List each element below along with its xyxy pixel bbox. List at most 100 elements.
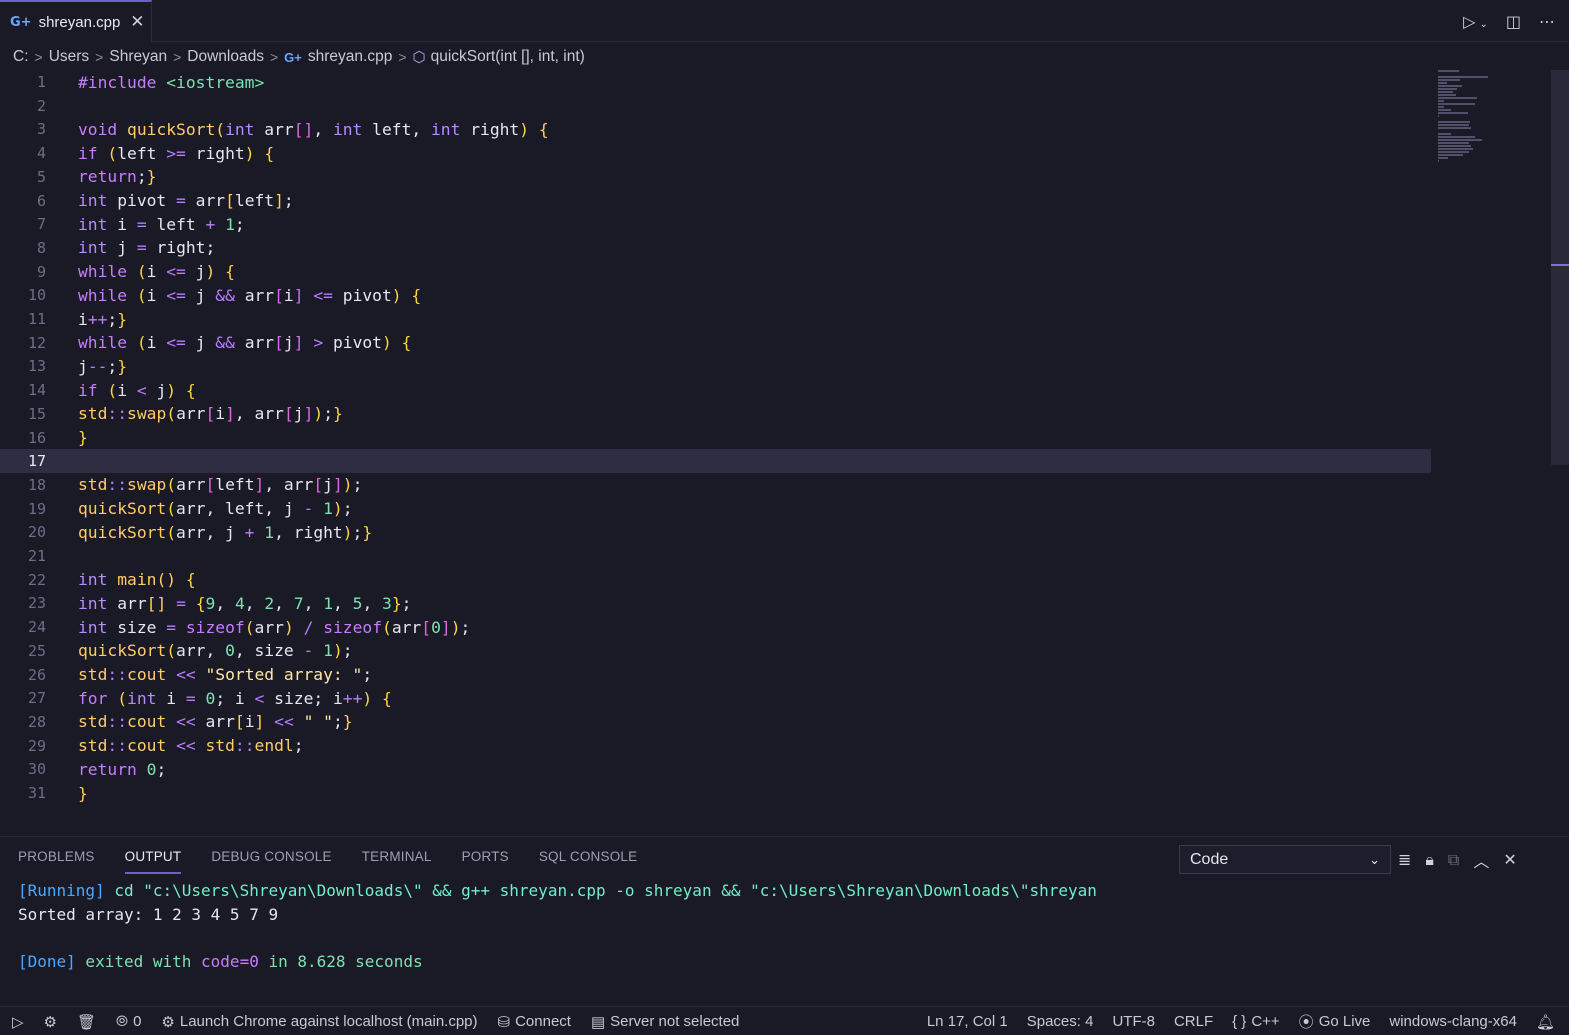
status-go-live[interactable]: ⦿ Go Live <box>1299 1011 1371 1032</box>
code-line[interactable]: 5 return;} <box>0 165 1431 189</box>
code-line[interactable]: 21 <box>0 544 1431 568</box>
close-icon[interactable]: ✕ <box>130 12 144 32</box>
code-text: } <box>78 428 88 447</box>
status-encoding[interactable]: UTF-8 <box>1112 1013 1155 1030</box>
editor-actions: ▷ ⌄ ◫ ⋯ <box>1463 0 1555 42</box>
line-number: 5 <box>36 167 46 186</box>
code-line[interactable]: 23 int arr[] = {9, 4, 2, 7, 1, 5, 3}; <box>0 591 1431 615</box>
code-line[interactable]: 9 while (i <= j) { <box>0 260 1431 284</box>
code-text: i++;} <box>78 309 128 329</box>
code-line[interactable]: 31} <box>0 781 1431 805</box>
braces-icon: { } <box>1232 1013 1247 1030</box>
tab-output[interactable]: OUTPUT <box>124 849 182 874</box>
code-line[interactable]: 19 quickSort(arr, left, j - 1); <box>0 497 1431 521</box>
code-line[interactable]: 2 <box>0 94 1431 118</box>
code-line[interactable]: 8 int j = right; <box>0 236 1431 260</box>
lock-icon[interactable]: 🔒︎ <box>1425 850 1434 870</box>
code-line[interactable]: 29 std::cout << std::endl; <box>0 734 1431 758</box>
line-number: 8 <box>36 238 46 257</box>
status-indentation[interactable]: Spaces: 4 <box>1027 1013 1094 1030</box>
code-editor[interactable]: 1 #include <iostream> 2 3 void quickSort(int… <box>0 70 1550 830</box>
code-line[interactable]: 18 std::swap(arr[left], arr[j]); <box>0 473 1431 497</box>
run-debug-icon[interactable]: ▷ <box>12 1013 24 1031</box>
code-line[interactable]: 14 if (i < j) { <box>0 378 1431 402</box>
breadcrumb-shreyan[interactable]: Shreyan <box>109 48 167 66</box>
split-editor-icon[interactable]: ◫ <box>1506 12 1521 31</box>
status-compiler[interactable]: windows-clang-x64 <box>1389 1013 1517 1030</box>
tab-ports[interactable]: PORTS <box>462 849 509 874</box>
status-cursor-position[interactable]: Ln 17, Col 1 <box>927 1013 1008 1030</box>
more-icon[interactable]: ⋯ <box>1539 12 1555 31</box>
code-text: int main() { <box>78 570 196 590</box>
maximize-panel-icon[interactable]: ︿ <box>1473 848 1489 872</box>
minimap[interactable] <box>1438 70 1498 162</box>
run-icon[interactable]: ▷ ⌄ <box>1463 12 1488 31</box>
breadcrumb-symbol[interactable]: quickSort(int [], int, int) <box>431 48 585 66</box>
status-server[interactable]: ▤ Server not selected <box>591 1013 739 1031</box>
bell-icon[interactable]: 🔔︎ <box>1536 1013 1555 1031</box>
breadcrumb-users[interactable]: Users <box>49 48 89 66</box>
code-line[interactable]: 12 while (i <= j && arr[j] > pivot) { <box>0 331 1431 355</box>
code-line[interactable]: 28 std::cout << arr[i] << " ";} <box>0 710 1431 734</box>
code-text: while (i <= j && arr[j] > pivot) { <box>78 333 412 353</box>
status-launch[interactable]: ⚙ Launch Chrome against localhost (main.c… <box>161 1013 477 1031</box>
code-text: quickSort(arr, j + 1, right);} <box>78 522 373 542</box>
minimap-line <box>1438 124 1469 126</box>
code-line[interactable]: 17 <box>0 449 1431 474</box>
code-line[interactable]: 26 std::cout << "Sorted array: "; <box>0 663 1431 687</box>
status-ports[interactable]: ⦾ 0 <box>116 1013 141 1030</box>
code-text: std::cout << "Sorted array: "; <box>78 665 373 684</box>
editor-scrollbar[interactable] <box>1551 70 1569 465</box>
trash-icon[interactable]: 🗑︎ <box>77 1013 96 1031</box>
close-panel-icon[interactable]: ✕ <box>1503 850 1516 869</box>
line-number: 6 <box>36 191 46 210</box>
tab-sql-console[interactable]: SQL CONSOLE <box>539 849 637 874</box>
code-line[interactable]: 1 #include <iostream> <box>0 70 1431 94</box>
breadcrumb-file[interactable]: shreyan.cpp <box>308 48 392 66</box>
code-line[interactable]: 22 int main() { <box>0 568 1431 592</box>
minimap-line <box>1438 94 1456 96</box>
chevron-right-icon: > <box>173 49 182 65</box>
code-line[interactable]: 24 int size = sizeof(arr) / sizeof(arr[0]… <box>0 615 1431 639</box>
code-line[interactable]: 15 std::swap(arr[i], arr[j]);} <box>0 402 1431 426</box>
minimap-line <box>1438 112 1468 114</box>
code-line[interactable]: 10 while (i <= j && arr[i] <= pivot) { <box>0 283 1431 307</box>
code-line[interactable]: 16} <box>0 426 1431 450</box>
line-number: 10 <box>27 286 46 305</box>
tab-shreyan-cpp[interactable]: G+ shreyan.cpp ✕ <box>0 0 152 42</box>
output-result-line: Sorted array: 1 2 3 4 5 7 9 <box>18 904 279 924</box>
code-text: int size = sizeof(arr) / sizeof(arr[0]); <box>78 617 471 637</box>
code-line[interactable]: 3 void quickSort(int arr[], int left, int… <box>0 117 1431 141</box>
tab-terminal[interactable]: TERMINAL <box>362 849 432 874</box>
breadcrumb-downloads[interactable]: Downloads <box>187 48 264 66</box>
code-line[interactable]: 25 quickSort(arr, 0, size - 1); <box>0 639 1431 663</box>
status-eol[interactable]: CRLF <box>1174 1013 1213 1030</box>
code-text: if (i < j) { <box>78 380 196 400</box>
tab-problems[interactable]: PROBLEMS <box>18 849 95 874</box>
output-running-line: [Running] cd "c:\Users\Shreyan\Downloads… <box>18 881 1097 900</box>
status-language[interactable]: { } C++ <box>1232 1013 1280 1030</box>
code-line[interactable]: 13 j--;} <box>0 354 1431 378</box>
tab-debug-console[interactable]: DEBUG CONSOLE <box>211 849 331 874</box>
code-line[interactable]: 4 if (left >= right) { <box>0 141 1431 165</box>
copy-icon[interactable]: ⧉ <box>1448 850 1459 870</box>
debug-icon[interactable]: ⚙ <box>44 1013 57 1031</box>
clear-output-icon[interactable]: ≣ <box>1398 850 1411 869</box>
chevron-right-icon: > <box>34 49 43 65</box>
minimap-line <box>1438 115 1440 117</box>
output-channel-select[interactable]: Code ⌄ <box>1179 845 1391 874</box>
code-line[interactable]: 11 i++;} <box>0 307 1431 331</box>
code-line[interactable]: 6 int pivot = arr[left]; <box>0 189 1431 213</box>
minimap-line <box>1438 145 1471 147</box>
code-line[interactable]: 20 quickSort(arr, j + 1, right);} <box>0 520 1431 544</box>
output-log[interactable]: [Running] cd "c:\Users\Shreyan\Downloads… <box>18 879 1097 974</box>
code-line[interactable]: 27 for (int i = 0; i < size; i++) { <box>0 686 1431 710</box>
line-number: 9 <box>36 262 46 281</box>
code-line[interactable]: 7 int i = left + 1; <box>0 212 1431 236</box>
status-connect[interactable]: ⛁ Connect <box>498 1013 571 1031</box>
breadcrumb: C: > Users > Shreyan > Downloads > G+ sh… <box>13 46 585 68</box>
breadcrumb-drive[interactable]: C: <box>13 48 29 66</box>
line-number: 4 <box>36 144 46 163</box>
code-text: while (i <= j && arr[i] <= pivot) { <box>78 285 422 305</box>
code-line[interactable]: 30 return 0; <box>0 757 1431 781</box>
